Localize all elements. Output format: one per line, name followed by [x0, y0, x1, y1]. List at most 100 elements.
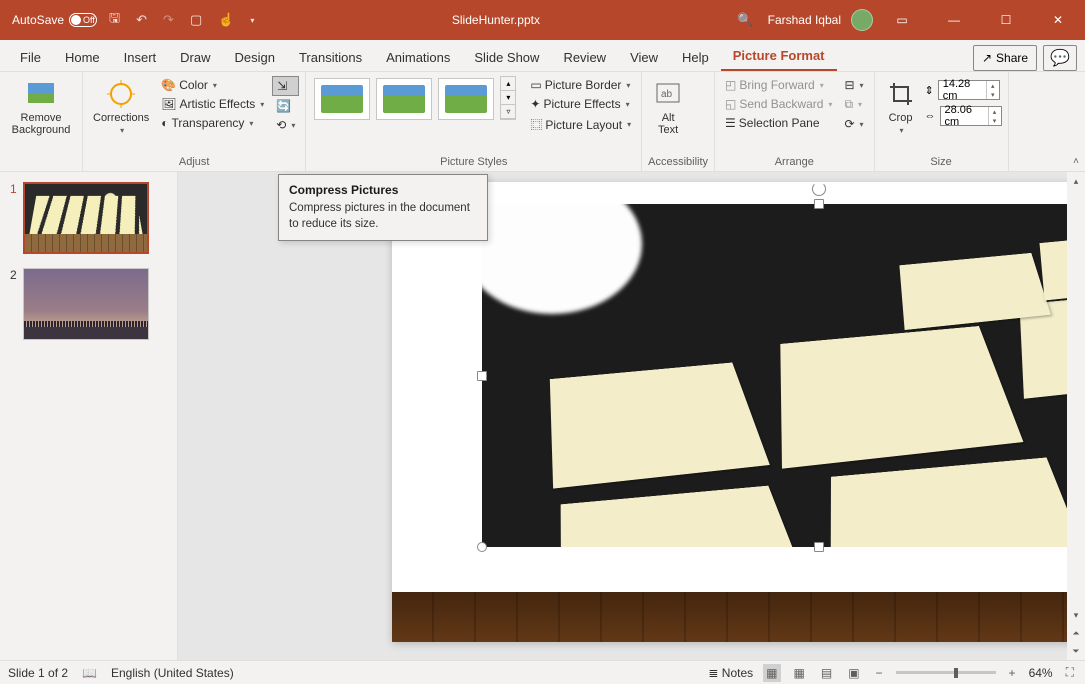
align-button[interactable]: ⊟▾ — [840, 76, 867, 94]
picture-border-button[interactable]: ▭Picture Border▾ — [526, 76, 635, 94]
reading-view-icon[interactable]: ▤ — [818, 664, 835, 682]
reset-picture-button[interactable]: ⟲▾ — [272, 116, 299, 134]
save-icon[interactable]: 🖫 — [105, 5, 124, 35]
width-field[interactable]: ⇔28.06 cm▴▾ — [925, 106, 1002, 126]
rotate-button[interactable]: ⟳▾ — [840, 115, 867, 133]
selected-picture[interactable] — [482, 204, 1085, 547]
accessibility-group-label: Accessibility — [648, 156, 708, 171]
vertical-scrollbar[interactable]: ▴▾ ⏶ ⏷ — [1067, 172, 1085, 660]
notes-button[interactable]: ≣ Notes — [708, 666, 753, 680]
zoom-out-button[interactable]: − — [873, 664, 886, 682]
gallery-scroll[interactable]: ▴▾▿ — [500, 76, 516, 120]
slideshow-view-icon[interactable]: ▣ — [845, 664, 862, 682]
tab-insert[interactable]: Insert — [112, 44, 169, 71]
send-backward-button[interactable]: ◱Send Backward▾ — [721, 95, 836, 113]
zoom-in-button[interactable]: + — [1006, 664, 1019, 682]
minimize-button[interactable]: — — [931, 0, 977, 40]
transparency-icon: ◐ — [161, 116, 168, 130]
slide[interactable] — [392, 182, 1085, 642]
style-item[interactable] — [376, 78, 432, 120]
slide-wood-bg — [392, 592, 1085, 642]
resize-handle[interactable] — [814, 199, 824, 209]
arrange-group-label: Arrange — [721, 156, 867, 171]
picture-effects-button[interactable]: ✦Picture Effects▾ — [526, 95, 635, 113]
tab-draw[interactable]: Draw — [168, 44, 222, 71]
remove-background-button[interactable]: Remove Background — [6, 76, 76, 138]
share-button[interactable]: ↗Share — [973, 45, 1037, 71]
remove-bg-icon — [25, 78, 57, 110]
workspace: 1 2 — [0, 172, 1085, 660]
artistic-effects-button[interactable]: 🖼Artistic Effects▾ — [157, 95, 268, 113]
align-icon: ⊟ — [844, 78, 854, 92]
next-slide-icon[interactable]: ⏷ — [1067, 642, 1085, 660]
selection-pane-button[interactable]: ☰Selection Pane — [721, 114, 836, 132]
tab-picture-format[interactable]: Picture Format — [721, 42, 837, 71]
spellcheck-icon[interactable]: 📖 — [82, 666, 97, 680]
undo-icon[interactable]: ↶ — [132, 8, 151, 32]
fit-window-icon[interactable]: ⛶ — [1063, 663, 1077, 682]
send-backward-icon: ◱ — [725, 97, 736, 111]
language-status[interactable]: English (United States) — [111, 666, 234, 680]
artistic-icon: 🖼 — [161, 97, 176, 111]
resize-handle[interactable] — [477, 542, 487, 552]
tab-file[interactable]: File — [8, 44, 53, 71]
avatar[interactable] — [851, 9, 873, 31]
group-button[interactable]: ⧉▾ — [840, 95, 867, 114]
height-field[interactable]: ⇕14.28 cm▴▾ — [925, 80, 1002, 100]
resize-handle[interactable] — [814, 542, 824, 552]
transparency-button[interactable]: ◐Transparency▾ — [157, 114, 268, 132]
tab-help[interactable]: Help — [670, 44, 721, 71]
comments-button[interactable]: 💬 — [1043, 45, 1077, 71]
color-button[interactable]: 🎨Color▾ — [157, 76, 268, 94]
document-title: SlideHunter.pptx — [258, 13, 733, 27]
picture-styles-gallery[interactable] — [312, 76, 496, 122]
compress-pictures-button[interactable]: ⇲ — [272, 76, 299, 96]
collapse-ribbon-icon[interactable]: ˄ — [1073, 156, 1079, 167]
change-picture-button[interactable]: 🔄 — [272, 97, 299, 115]
tab-view[interactable]: View — [618, 44, 670, 71]
qa-more-icon[interactable]: ▾ — [246, 12, 258, 29]
tab-home[interactable]: Home — [53, 44, 112, 71]
slide-canvas-area[interactable]: ▴▾ ⏶ ⏷ — [178, 172, 1085, 660]
alt-text-icon: ab — [652, 78, 684, 110]
style-item[interactable] — [314, 78, 370, 120]
tab-transitions[interactable]: Transitions — [287, 44, 374, 71]
close-button[interactable]: ✕ — [1035, 0, 1081, 40]
tab-review[interactable]: Review — [551, 44, 618, 71]
redo-icon[interactable]: ↷ — [159, 8, 178, 32]
slide-thumbnail-1[interactable] — [23, 182, 149, 254]
crop-icon — [885, 78, 917, 110]
slide-thumbnail-2[interactable] — [23, 268, 149, 340]
ribbon-display-icon[interactable]: ▭ — [879, 0, 925, 40]
zoom-level[interactable]: 64% — [1029, 666, 1053, 680]
layout-icon: ⿴ — [530, 116, 542, 133]
alt-text-button[interactable]: ab Alt Text — [648, 76, 688, 138]
tab-design[interactable]: Design — [223, 44, 287, 71]
corrections-button[interactable]: Corrections▾ — [89, 76, 153, 137]
picture-layout-button[interactable]: ⿴Picture Layout▾ — [526, 114, 635, 135]
crop-button[interactable]: Crop▾ — [881, 76, 921, 137]
resize-handle[interactable] — [477, 371, 487, 381]
zoom-slider[interactable] — [896, 671, 996, 674]
username[interactable]: Farshad Iqbal — [768, 13, 841, 27]
title-bar: AutoSave Off 🖫 ↶ ↷ ▢ ☝ ▾ SlideHunter.ppt… — [0, 0, 1085, 40]
border-icon: ▭ — [530, 78, 541, 92]
sorter-view-icon[interactable]: ▦ — [791, 664, 808, 682]
corrections-icon — [105, 78, 137, 110]
prev-slide-icon[interactable]: ⏶ — [1067, 624, 1085, 642]
slide-counter[interactable]: Slide 1 of 2 — [8, 666, 68, 680]
search-icon[interactable]: 🔍 — [733, 8, 757, 32]
rotate-handle-icon[interactable] — [812, 182, 826, 196]
tooltip-body: Compress pictures in the document to red… — [289, 201, 477, 232]
effects-icon: ✦ — [530, 97, 540, 111]
autosave-toggle[interactable]: AutoSave Off — [12, 13, 97, 27]
size-group-label: Size — [881, 156, 1002, 171]
present-icon[interactable]: ▢ — [186, 8, 206, 32]
tab-animations[interactable]: Animations — [374, 44, 462, 71]
tab-slideshow[interactable]: Slide Show — [462, 44, 551, 71]
maximize-button[interactable]: ☐ — [983, 0, 1029, 40]
bring-forward-button[interactable]: ◰Bring Forward▾ — [721, 76, 836, 94]
style-item[interactable] — [438, 78, 494, 120]
touch-mode-icon[interactable]: ☝ — [214, 8, 238, 32]
normal-view-icon[interactable]: ▦ — [763, 664, 780, 682]
